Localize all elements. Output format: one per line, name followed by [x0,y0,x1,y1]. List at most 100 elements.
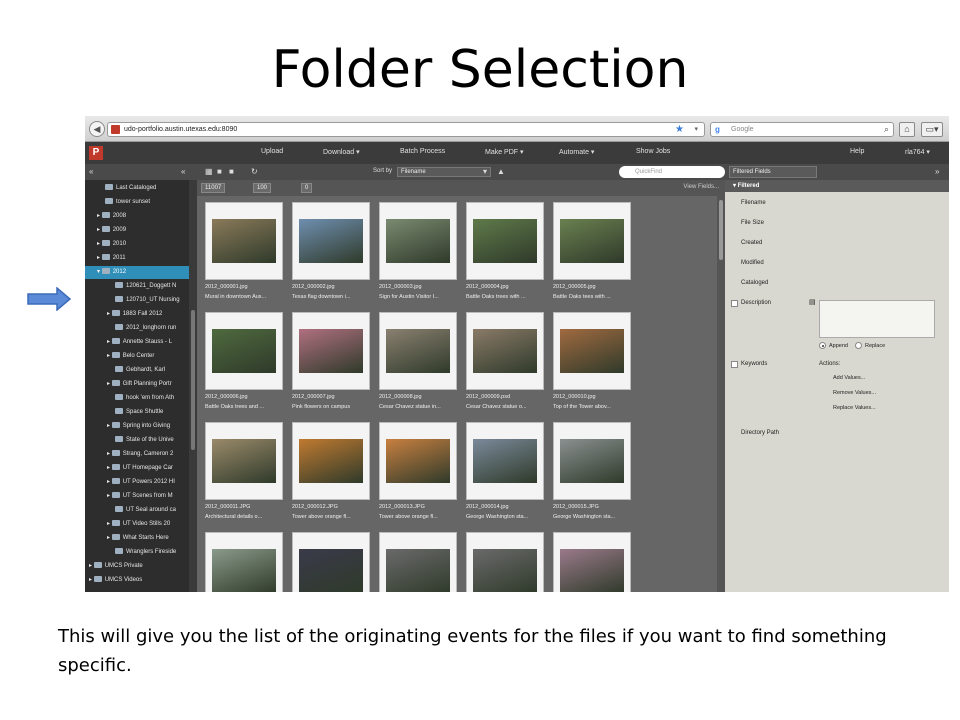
tree-item-folder[interactable]: ▸ UT Scenes from M [85,490,189,503]
menu-user[interactable]: rla764 ▾ [905,148,930,156]
thumbnail-card[interactable] [553,532,631,592]
description-textarea[interactable] [819,300,935,338]
thumbnail-card[interactable] [466,202,544,280]
tree-item-folder[interactable]: ▸ Strang, Cameron 2 [85,448,189,461]
thumbnail-card[interactable] [292,312,370,390]
sidebar-scroll-thumb[interactable] [191,310,195,450]
thumbnail-card[interactable] [205,202,283,280]
folder-icon [115,408,123,415]
selected-count[interactable]: 0 [301,183,313,193]
home-button[interactable]: ⌂ [899,122,915,137]
tree-item-folder[interactable]: ▸ Gift Planning Portr [85,378,189,391]
keywords-checkbox[interactable] [731,361,738,368]
tree-item-2008[interactable]: ▸ 2008 [85,210,189,223]
folder-icon [101,226,110,233]
tree-item-2012[interactable]: ▾ 2012 [85,266,189,279]
tree-item-folder[interactable]: 120710_UT Nursing [85,294,189,307]
sort-select[interactable]: Filename [397,167,491,177]
append-radio[interactable] [819,342,826,349]
thumbnail-card[interactable] [553,202,631,280]
thumbnail-filename: 2012_000004.jpg [466,284,509,290]
tree-item-folder[interactable]: State of the Unive [85,434,189,447]
tree-item-folder[interactable]: Space Shuttle [85,406,189,419]
address-bar[interactable]: udo-portfolio.austin.utexas.edu:8090 ★ ▾ [107,122,705,137]
sort-ascending-icon[interactable]: ▲ [497,167,505,176]
collapse-right-icon[interactable]: » [935,167,939,176]
thumbnail-card[interactable] [205,532,283,592]
tree-item-umcs-private[interactable]: ▸ UMCS Private [85,560,189,573]
detail-view-icon[interactable]: ■ [229,167,234,176]
page-count[interactable]: 100 [253,183,272,193]
tree-item-folder[interactable]: Wranglers Fireside [85,546,189,559]
sort-dropdown-icon[interactable]: ▾ [483,167,487,176]
thumbnail-card[interactable] [379,202,457,280]
address-dropdown-icon[interactable]: ▾ [694,125,698,133]
thumbnail-card[interactable] [466,422,544,500]
back-button[interactable]: ◀ [89,121,105,137]
replace-values-link[interactable]: Replace Values... [833,405,876,411]
remove-values-link[interactable]: Remove Values... [833,390,876,396]
collapse-left-icon[interactable]: « [89,167,93,176]
tree-item-tower-sunset[interactable]: tower sunset [85,196,189,209]
refresh-icon[interactable]: ↻ [251,167,258,176]
tree-item-2010[interactable]: ▸ 2010 [85,238,189,251]
sidebar-scrollbar[interactable] [189,180,197,592]
tree-item-folder[interactable]: ▸ Annette Stauss - L [85,336,189,349]
grid-scroll-thumb[interactable] [719,200,723,260]
thumbnail-filename: 2012_000006.jpg [205,394,248,400]
filtered-fields-select[interactable]: Filtered Fields [729,166,817,178]
tree-item-folder[interactable]: ▸ UT Homepage Car [85,462,189,475]
thumbnail-card[interactable] [466,532,544,592]
tree-item-folder[interactable]: ▸ What Starts Here [85,532,189,545]
document-icon[interactable]: ▤ [809,298,816,306]
menu-make-pdf[interactable]: Make PDF ▾ [485,148,524,156]
menu-show-jobs[interactable]: Show Jobs [636,148,670,155]
thumbnail-card[interactable] [553,312,631,390]
menu-automate[interactable]: Automate ▾ [559,148,594,156]
tree-item-2009[interactable]: ▸ 2009 [85,224,189,237]
tree-item-folder[interactable]: ▸ Belo Center [85,350,189,363]
filtered-panel-header[interactable]: ▾ Filtered [725,180,949,192]
menu-batch-process[interactable]: Batch Process [400,148,445,155]
thumbnail-card[interactable] [292,532,370,592]
menu-upload[interactable]: Upload [261,148,283,155]
grid-scrollbar[interactable] [717,196,725,592]
thumbnail-card[interactable] [379,422,457,500]
tree-item-folder[interactable]: 2012_longhorn run [85,322,189,335]
tree-item-folder[interactable]: 120621_Doggett N [85,280,189,293]
search-icon[interactable]: ⌕ [884,124,889,135]
total-count[interactable]: 11007 [201,183,226,193]
list-view-icon[interactable]: ■ [217,167,222,176]
tree-item-2011[interactable]: ▸ 2011 [85,252,189,265]
quickfind-input[interactable]: QuickFind [619,166,725,178]
thumbnail-card[interactable] [292,422,370,500]
thumbnail-card[interactable] [466,312,544,390]
window-menu-button[interactable]: ▭▾ [921,122,943,137]
thumbnail-card[interactable] [205,312,283,390]
menu-help[interactable]: Help [850,148,864,155]
bookmark-star-icon[interactable]: ★ [675,124,684,135]
tree-item-folder[interactable]: ▸ UT Video Stills 20 [85,518,189,531]
thumbnail-card[interactable] [205,422,283,500]
collapse-sidebar-icon[interactable]: « [181,167,185,176]
browser-search-field[interactable]: g Google ⌕ [710,122,894,137]
thumbnail-card[interactable] [379,532,457,592]
thumbnail-card[interactable] [553,422,631,500]
description-checkbox[interactable] [731,300,738,307]
thumbnail-card[interactable] [379,312,457,390]
tree-item-last-cataloged[interactable]: Last Cataloged [85,182,189,195]
replace-radio[interactable] [855,342,862,349]
tree-item-folder[interactable]: ▸ Spring into Giving [85,420,189,433]
add-values-link[interactable]: Add Values... [833,375,865,381]
tree-item-folder[interactable]: ▸ UT Powers 2012 HI [85,476,189,489]
thumbnail-card[interactable] [292,202,370,280]
tree-item-folder[interactable]: UT Seal around ca [85,504,189,517]
tree-item-folder[interactable]: Gebhardt, Karl [85,364,189,377]
menu-download[interactable]: Download ▾ [323,148,360,156]
google-icon: g [715,125,720,134]
tree-item-folder[interactable]: ▸ 1883 Fall 2012 [85,308,189,321]
tree-item-folder[interactable]: hook 'em from Ath [85,392,189,405]
tree-item-umcs-videos[interactable]: ▸ UMCS Videos [85,574,189,587]
view-fields-link[interactable]: View Fields... [683,184,719,190]
grid-view-icon[interactable]: ▦ [205,167,213,176]
